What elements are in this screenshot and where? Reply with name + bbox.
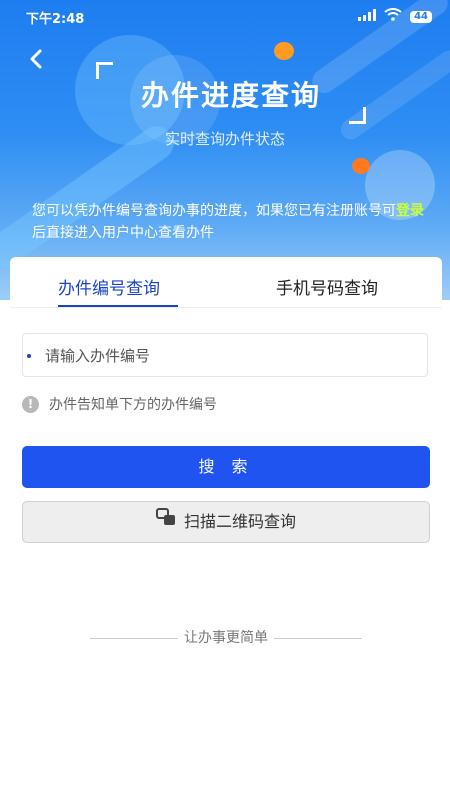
page-subtitle: 实时查询办件状态 [164, 130, 285, 148]
slogan-text: 让办事更简单 [184, 630, 268, 646]
back-arrow-icon [30, 49, 42, 69]
info-icon: ! [22, 395, 39, 413]
query-card: 办件编号查询 手机号码查询 ! 办件告知单下方的办件编号 搜 索 扫描二维码查询… [10, 257, 442, 800]
page-title: 办件进度查询 [140, 79, 321, 112]
tab-phone-number[interactable]: 手机号码查询 [276, 274, 378, 299]
divider-right [274, 637, 362, 639]
tab-case-number[interactable]: 办件编号查询 [58, 274, 160, 299]
footer-slogan: 让办事更简单 [10, 627, 442, 647]
intro-text-after: 后直接进入用户中心查看办件 [32, 225, 214, 241]
case-number-field [22, 333, 428, 378]
title-frame: 办件进度查询 [96, 62, 366, 124]
battery-icon: 44 [410, 10, 432, 23]
input-hint: ! 办件告知单下方的办件编号 [22, 394, 217, 414]
active-tab-indicator [58, 305, 178, 307]
intro-text: 您可以凭办件编号查询办事的进度，如果您已有注册账号可登录后直接进入用户中心查看办… [32, 200, 432, 244]
signal-icon [358, 8, 377, 25]
status-icons: 44 [358, 8, 432, 25]
hero-header [0, 0, 450, 300]
scan-qr-button[interactable]: 扫描二维码查询 [22, 501, 430, 543]
search-button[interactable]: 搜 索 [22, 446, 430, 488]
wifi-icon [384, 8, 402, 25]
back-button[interactable] [22, 45, 50, 73]
intro-text-before: 您可以凭办件编号查询办事的进度，如果您已有注册账号可 [32, 203, 396, 219]
case-number-input[interactable] [43, 334, 417, 378]
scan-qr-icon [155, 501, 176, 541]
divider-left [90, 637, 178, 639]
scan-qr-label: 扫描二维码查询 [183, 512, 296, 531]
status-time: 下午2:48 [26, 12, 85, 27]
title-bracket-right [349, 107, 366, 124]
query-tabs: 办件编号查询 手机号码查询 [10, 257, 442, 308]
status-bar: 下午2:48 44 [0, 0, 450, 34]
login-link[interactable]: 登录 [396, 203, 424, 219]
decor-orange-dot [274, 42, 294, 60]
hint-text: 办件告知单下方的办件编号 [49, 397, 217, 413]
field-bullet-icon [27, 354, 31, 358]
